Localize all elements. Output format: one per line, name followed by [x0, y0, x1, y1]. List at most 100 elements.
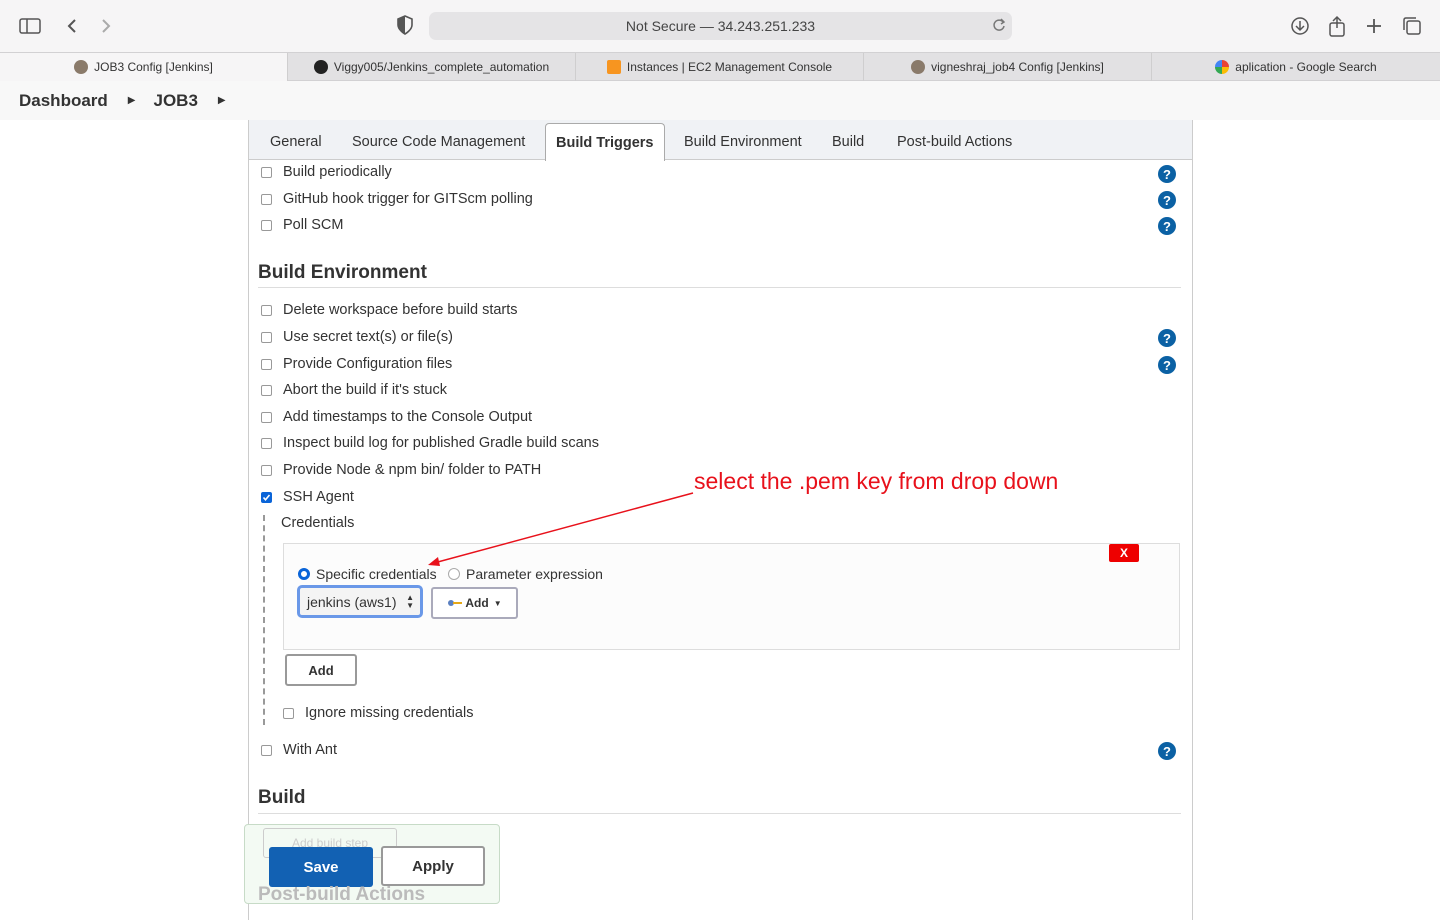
sidebar-toggle-icon[interactable]	[18, 14, 42, 38]
checkbox-label: With Ant	[283, 742, 337, 758]
breadcrumb-dashboard[interactable]: Dashboard	[19, 91, 108, 111]
checkbox-label: Add timestamps to the Console Output	[283, 409, 533, 425]
env-timestamps[interactable]: Add timestamps to the Console Output	[261, 409, 532, 425]
checkbox[interactable]	[261, 166, 272, 178]
chevron-down-icon: ▼	[493, 598, 502, 608]
breadcrumb-separator-icon[interactable]: ▶	[218, 95, 226, 106]
checkmark-icon	[262, 493, 271, 501]
ignore-missing-credentials[interactable]: Ignore missing credentials	[283, 705, 473, 721]
checkbox-label: GitHub hook trigger for GITScm polling	[283, 191, 533, 207]
breadcrumb-separator-icon[interactable]: ▶	[128, 95, 136, 106]
section-divider	[258, 813, 1181, 814]
checkbox[interactable]	[261, 193, 272, 205]
github-favicon-icon	[313, 60, 328, 74]
checkbox-label: Use secret text(s) or file(s)	[283, 329, 453, 345]
back-icon[interactable]	[60, 14, 84, 38]
checkbox-label: Inspect build log for published Gradle b…	[283, 435, 599, 451]
tab-google-search[interactable]: aplication - Google Search	[1152, 53, 1440, 81]
credential-select[interactable]: jenkins (aws1) ▲ ▼	[297, 585, 423, 618]
annotation-arrow-icon	[428, 492, 694, 566]
aws-favicon-icon	[606, 60, 621, 74]
credentials-label: Credentials	[281, 515, 355, 531]
jenkins-favicon-icon	[74, 60, 89, 74]
add-credential-dropdown[interactable]: Add ▼	[431, 587, 518, 619]
tab-github-repo[interactable]: Viggy005/Jenkins_complete_automation	[288, 53, 576, 81]
checkbox[interactable]	[261, 384, 272, 396]
tab-job4-config[interactable]: vigneshraj_job4 Config [Jenkins]	[864, 53, 1152, 81]
select-arrows-icon: ▲ ▼	[406, 593, 414, 610]
help-icon[interactable]: ?	[1158, 742, 1176, 760]
save-button[interactable]: Save	[269, 847, 373, 887]
trigger-build-periodically[interactable]: Build periodically	[261, 164, 392, 180]
trigger-poll-scm[interactable]: Poll SCM	[261, 217, 343, 233]
checkbox[interactable]	[283, 707, 294, 719]
env-delete-workspace[interactable]: Delete workspace before build starts	[261, 302, 518, 318]
checkbox-label: Poll SCM	[283, 217, 344, 233]
key-icon	[447, 598, 463, 608]
add-dropdown-label: Add	[465, 596, 489, 610]
env-secret-text[interactable]: Use secret text(s) or file(s)	[261, 329, 453, 345]
tab-general[interactable]: General	[260, 123, 332, 160]
nested-section-guide	[263, 515, 265, 725]
tab-label: Viggy005/Jenkins_complete_automation	[333, 60, 550, 74]
reload-icon[interactable]	[992, 17, 1006, 38]
checkbox-checked[interactable]	[261, 491, 272, 503]
checkbox-label: Build periodically	[283, 164, 392, 180]
config-panel: General Source Code Management Build Tri…	[248, 120, 1193, 920]
checkbox[interactable]	[261, 358, 272, 370]
forward-icon[interactable]	[94, 14, 118, 38]
section-title-build-environment: Build Environment	[258, 262, 427, 283]
checkbox[interactable]	[261, 331, 272, 343]
checkbox-label: Ignore missing credentials	[305, 705, 474, 721]
env-gradle-scans[interactable]: Inspect build log for published Gradle b…	[261, 435, 599, 451]
tab-label: JOB3 Config [Jenkins]	[94, 60, 213, 74]
tab-build-environment[interactable]: Build Environment	[674, 123, 812, 160]
tab-job3-config[interactable]: JOB3 Config [Jenkins]	[0, 53, 288, 81]
share-icon[interactable]	[1325, 14, 1349, 38]
apply-button[interactable]: Apply	[381, 846, 485, 886]
help-icon[interactable]: ?	[1158, 191, 1176, 209]
checkbox[interactable]	[261, 219, 272, 231]
radio-specific-credentials[interactable]: Specific credentials	[298, 566, 437, 582]
env-with-ant[interactable]: With Ant	[261, 742, 337, 758]
tab-bar: JOB3 Config [Jenkins] Viggy005/Jenkins_c…	[0, 52, 1440, 81]
env-ssh-agent[interactable]: SSH Agent	[261, 489, 354, 505]
tab-overview-icon[interactable]	[1400, 14, 1424, 38]
checkbox-label: SSH Agent	[283, 489, 354, 505]
tab-build[interactable]: Build	[822, 123, 874, 160]
address-bar[interactable]: Not Secure — 34.243.251.233	[429, 12, 1012, 40]
help-icon[interactable]: ?	[1158, 165, 1176, 183]
env-node-npm[interactable]: Provide Node & npm bin/ folder to PATH	[261, 462, 541, 478]
help-icon[interactable]: ?	[1158, 217, 1176, 235]
tab-post-build-actions[interactable]: Post-build Actions	[887, 123, 1022, 160]
checkbox[interactable]	[261, 464, 272, 476]
tab-build-triggers[interactable]: Build Triggers	[545, 123, 665, 161]
checkbox-label: Provide Node & npm bin/ folder to PATH	[283, 462, 542, 478]
radio-button-selected[interactable]	[298, 568, 310, 580]
tab-label: vigneshraj_job4 Config [Jenkins]	[931, 60, 1104, 74]
add-credentials-button[interactable]: Add	[285, 654, 357, 686]
help-icon[interactable]: ?	[1158, 329, 1176, 347]
checkbox-label: Delete workspace before build starts	[283, 302, 518, 318]
checkbox[interactable]	[261, 411, 272, 423]
downloads-icon[interactable]	[1288, 14, 1312, 38]
tab-ec2-console[interactable]: Instances | EC2 Management Console	[576, 53, 864, 81]
env-abort-stuck[interactable]: Abort the build if it's stuck	[261, 382, 447, 398]
privacy-shield-icon[interactable]	[397, 15, 413, 40]
env-config-files[interactable]: Provide Configuration files	[261, 356, 452, 372]
section-title-build: Build	[258, 787, 306, 808]
tab-source-code-management[interactable]: Source Code Management	[342, 123, 535, 160]
checkbox[interactable]	[261, 437, 272, 449]
credential-select-value: jenkins (aws1)	[307, 593, 397, 610]
checkbox[interactable]	[261, 744, 272, 756]
tab-label: Instances | EC2 Management Console	[626, 60, 833, 74]
google-favicon-icon	[1215, 60, 1230, 74]
new-tab-icon[interactable]	[1362, 14, 1386, 38]
annotation-text: select the .pem key from drop down	[694, 468, 1059, 494]
trigger-github-hook[interactable]: GitHub hook trigger for GITScm polling	[261, 191, 533, 207]
help-icon[interactable]: ?	[1158, 356, 1176, 374]
checkbox[interactable]	[261, 304, 272, 316]
config-tabs: General Source Code Management Build Tri…	[249, 120, 1192, 161]
breadcrumb-job[interactable]: JOB3	[154, 91, 198, 111]
remove-credential-button[interactable]: X	[1109, 544, 1139, 562]
